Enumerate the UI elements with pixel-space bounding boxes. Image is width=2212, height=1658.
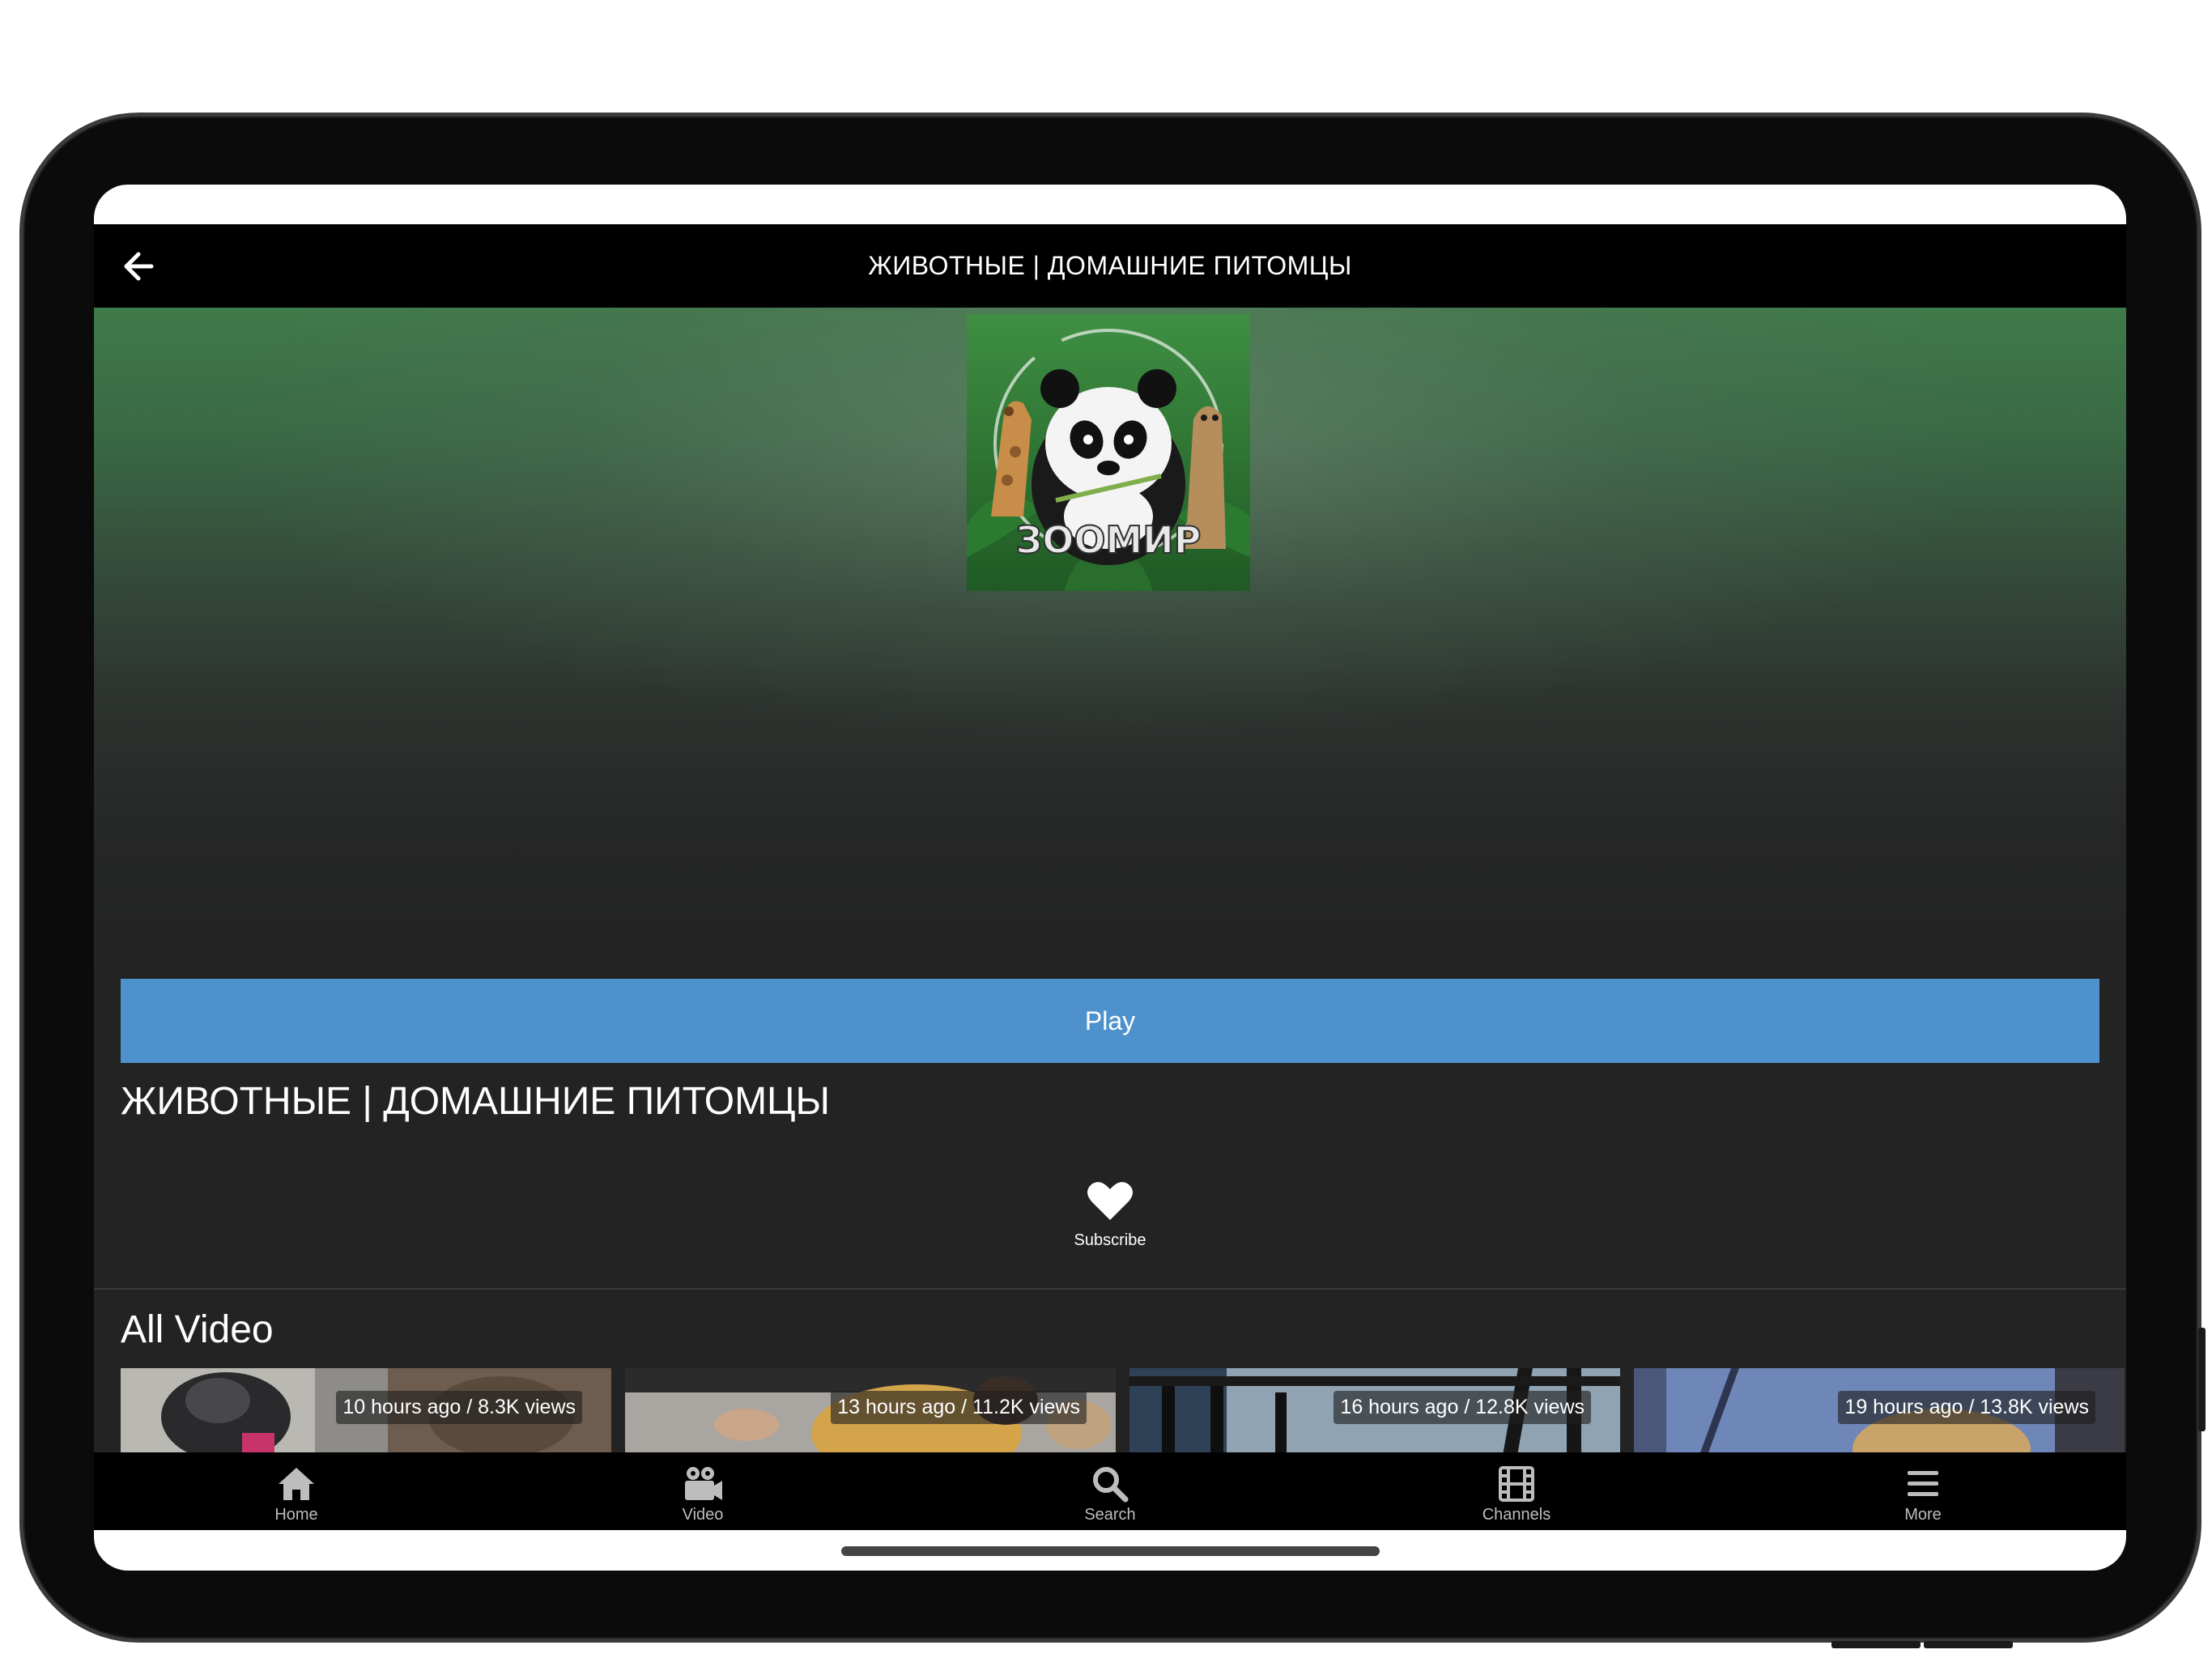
play-button[interactable]: Play xyxy=(121,979,2099,1063)
bottom-tab-bar: Home Video Search Channels More xyxy=(94,1452,2126,1530)
page-title: ЖИВОТНЫЕ | ДОМАШНИЕ ПИТОМЦЫ xyxy=(868,251,1352,280)
film-icon xyxy=(1499,1465,1534,1503)
tab-label: Home xyxy=(274,1506,318,1524)
top-bar: ЖИВОТНЫЕ | ДОМАШНИЕ ПИТОМЦЫ xyxy=(94,224,2126,308)
tab-search[interactable]: Search xyxy=(1045,1452,1175,1530)
device-volume-button xyxy=(1924,1641,2013,1648)
video-card[interactable]: 16 hours ago / 12.8K views xyxy=(1129,1368,1620,1452)
channel-page: ЖИВОТНЫЕ | ДОМАШНИЕ ПИТОМЦЫ ЗООМИР Play … xyxy=(94,224,2126,1530)
subscribe-button[interactable]: Subscribe xyxy=(1074,1181,1146,1270)
tab-label: Search xyxy=(1084,1506,1136,1524)
video-card[interactable]: 19 hours ago / 13.8K views xyxy=(1634,1368,2125,1452)
home-icon xyxy=(277,1465,316,1503)
video-meta: 10 hours ago / 8.3K views xyxy=(336,1391,582,1424)
video-meta: 13 hours ago / 11.2K views xyxy=(831,1391,1087,1424)
svg-text:ЗООМИР: ЗООМИР xyxy=(1016,518,1202,562)
tab-channels[interactable]: Channels xyxy=(1452,1452,1581,1530)
all-video-heading: All Video xyxy=(121,1308,274,1351)
menu-icon xyxy=(1906,1465,1940,1503)
back-button[interactable] xyxy=(118,246,159,287)
section-divider xyxy=(94,1288,2126,1290)
video-camera-icon xyxy=(682,1465,724,1503)
tab-more[interactable]: More xyxy=(1858,1452,1988,1530)
channel-logo: ЗООМИР xyxy=(967,314,1250,591)
video-card[interactable]: 10 hours ago / 8.3K views xyxy=(121,1368,611,1452)
video-list: 10 hours ago / 8.3K views 13 hours ago /… xyxy=(121,1368,2126,1452)
channel-hero: ЗООМИР xyxy=(94,308,2126,980)
device-side-button xyxy=(2198,1328,2206,1431)
video-meta: 16 hours ago / 12.8K views xyxy=(1334,1391,1591,1424)
tab-video[interactable]: Video xyxy=(638,1452,768,1530)
tab-label: Video xyxy=(682,1506,724,1524)
device-volume-button xyxy=(1831,1641,1921,1648)
channel-title: ЖИВОТНЫЕ | ДОМАШНИЕ ПИТОМЦЫ xyxy=(121,1080,831,1123)
home-indicator[interactable] xyxy=(841,1546,1380,1556)
video-card[interactable]: 13 hours ago / 11.2K views xyxy=(625,1368,1116,1452)
device-screen: ЖИВОТНЫЕ | ДОМАШНИЕ ПИТОМЦЫ ЗООМИР Play … xyxy=(94,185,2126,1571)
tab-label: More xyxy=(1904,1506,1942,1524)
search-icon xyxy=(1091,1465,1129,1503)
arrow-left-icon xyxy=(124,252,154,281)
heart-icon xyxy=(1087,1182,1133,1220)
video-meta: 19 hours ago / 13.8K views xyxy=(1838,1391,2095,1424)
tab-label: Channels xyxy=(1482,1506,1551,1524)
tab-home[interactable]: Home xyxy=(232,1452,361,1530)
subscribe-label: Subscribe xyxy=(1074,1231,1146,1249)
